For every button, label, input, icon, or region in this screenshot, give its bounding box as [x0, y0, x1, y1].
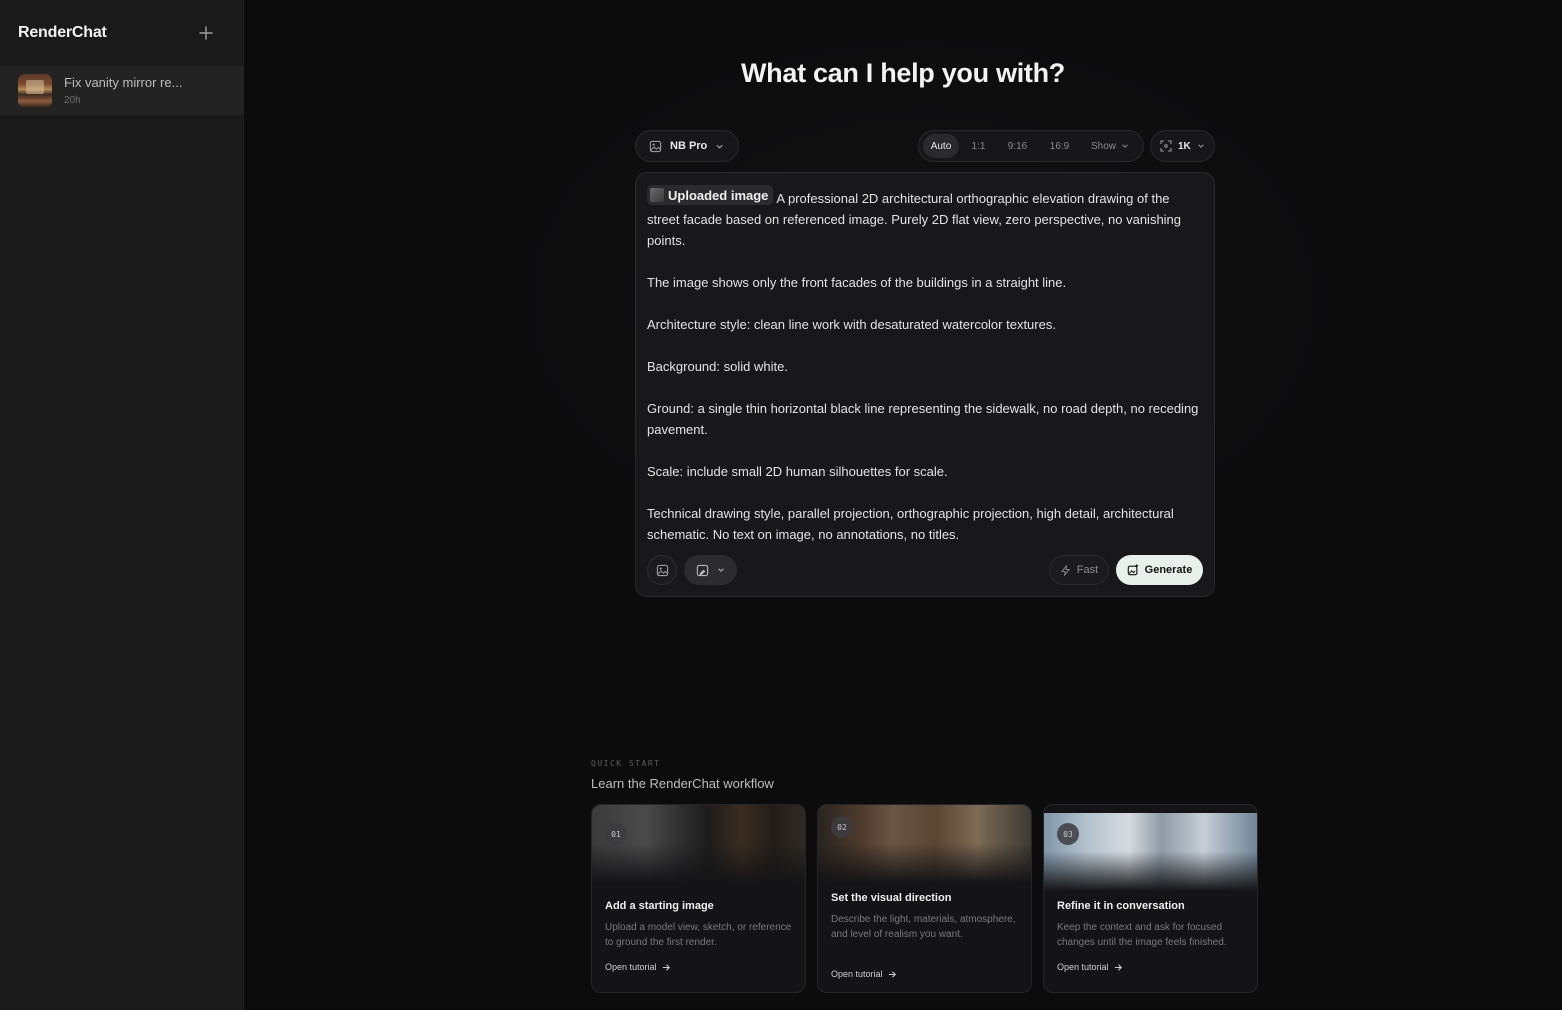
chip-label: Uploaded image	[668, 187, 769, 203]
page-title: What can I help you with?	[740, 58, 1065, 88]
expand-icon	[1160, 140, 1172, 152]
aspect-ratio-group: Auto 1:1 9:16 16:9 Show	[918, 130, 1144, 162]
sidebar-header: RenderChat	[0, 0, 243, 66]
card-title: Refine it in conversation	[1057, 900, 1185, 912]
tutorial-card-1[interactable]: 01 Add a starting image Upload a model v…	[591, 804, 806, 993]
prompt-box[interactable]: Uploaded image A professional 2D architec…	[635, 172, 1215, 597]
prompt-paragraph: Ground: a single thin horizontal black l…	[647, 401, 1199, 437]
open-tutorial-link[interactable]: Open tutorial	[831, 969, 897, 979]
ratio-option-9-16[interactable]: 9:16	[998, 134, 1037, 158]
chat-thumbnail	[18, 73, 52, 108]
step-badge: 01	[605, 823, 627, 845]
attach-image-button[interactable]	[647, 555, 677, 585]
generate-label: Generate	[1144, 564, 1193, 576]
chevron-down-icon	[1122, 144, 1128, 148]
resolution-selector[interactable]: 1K	[1150, 130, 1215, 162]
plus-icon	[199, 26, 213, 40]
fast-label: Fast	[1076, 564, 1099, 576]
quick-start-kicker: QUICK START	[591, 759, 661, 768]
chevron-down-icon	[715, 142, 724, 151]
lightning-icon	[1060, 564, 1070, 576]
step-badge: 02	[831, 816, 853, 838]
arrow-right-icon	[1114, 963, 1122, 971]
image-icon	[656, 564, 668, 576]
card-description: Upload a model view, sketch, or referenc…	[605, 922, 792, 948]
uploaded-image-thumbnail	[650, 188, 664, 202]
prompt-paragraph: The image shows only the front facades o…	[647, 275, 1067, 290]
card-description: Describe the light, materials, atmospher…	[831, 914, 1016, 940]
ratio-option-1-1[interactable]: 1:1	[959, 134, 998, 158]
card-body: Refine it in conversation Keep the conte…	[1057, 900, 1244, 950]
chat-timestamp: 20h	[64, 95, 81, 106]
uploaded-image-chip[interactable]: Uploaded image	[647, 185, 774, 205]
main-panel: What can I help you with? NB Pro Auto 1:…	[244, 0, 1562, 1010]
open-tutorial-link[interactable]: Open tutorial	[1057, 962, 1123, 972]
chevron-down-icon	[1197, 142, 1205, 150]
ratio-option-16-9[interactable]: 16:9	[1037, 134, 1082, 158]
arrow-right-icon	[888, 970, 896, 978]
arrow-right-icon	[662, 963, 670, 971]
app-root: RenderChat Fix vanity mirror re... 20h W…	[0, 0, 1562, 1010]
sidebar-chat-item[interactable]: Fix vanity mirror re... 20h	[0, 66, 243, 115]
prompt-paragraph: Scale: include small 2D human silhouette…	[647, 464, 948, 479]
tutorial-card-3[interactable]: 03 Refine it in conversation Keep the co…	[1043, 804, 1258, 993]
generate-button[interactable]: Generate	[1116, 555, 1203, 585]
prompt-paragraph: Uploaded image A professional 2D architec…	[647, 185, 1200, 251]
card-title: Set the visual direction	[831, 892, 952, 904]
card-body: Add a starting image Upload a model view…	[605, 900, 792, 950]
chat-meta: Fix vanity mirror re... 20h	[64, 75, 182, 106]
prompt-toolbar: Fast Generate	[647, 555, 1203, 585]
resolution-label: 1K	[1178, 140, 1191, 152]
open-tutorial-link[interactable]: Open tutorial	[605, 962, 671, 972]
prompt-paragraph: Background: solid white.	[647, 359, 788, 374]
card-image	[1044, 813, 1257, 891]
image-sparkle-icon	[1127, 564, 1138, 576]
card-description: Keep the context and ask for focused cha…	[1057, 922, 1227, 948]
sidebar: RenderChat Fix vanity mirror re... 20h	[0, 0, 244, 1010]
ratio-option-auto[interactable]: Auto	[923, 134, 959, 158]
generation-mode-dropdown[interactable]	[684, 555, 737, 585]
ratio-show-dropdown[interactable]: Show	[1082, 134, 1138, 158]
step-badge: 03	[1057, 823, 1079, 845]
link-label: Open tutorial	[1057, 962, 1109, 972]
card-title: Add a starting image	[605, 900, 714, 912]
model-label: NB Pro	[670, 140, 708, 152]
fast-mode-button[interactable]: Fast	[1049, 555, 1109, 585]
prompt-paragraph: Technical drawing style, parallel projec…	[647, 506, 1174, 542]
link-label: Open tutorial	[831, 969, 883, 979]
brand-logo: RenderChat	[18, 24, 107, 41]
card-image	[592, 805, 805, 883]
card-image	[818, 805, 1031, 883]
ratio-show-label: Show	[1090, 140, 1116, 152]
prompt-paragraph: Architecture style: clean line work with…	[647, 317, 1056, 332]
new-chat-button[interactable]	[195, 22, 217, 44]
chat-title: Fix vanity mirror re...	[64, 75, 183, 90]
card-body: Set the visual direction Describe the li…	[831, 892, 1018, 942]
chevron-down-icon	[718, 568, 724, 572]
link-label: Open tutorial	[605, 962, 657, 972]
tutorial-card-2[interactable]: 02 Set the visual direction Describe the…	[817, 804, 1032, 993]
model-selector[interactable]: NB Pro	[635, 130, 739, 162]
prompt-textarea[interactable]: Uploaded image A professional 2D architec…	[647, 185, 1200, 566]
image-edit-icon	[696, 564, 709, 576]
image-icon	[649, 140, 662, 153]
quick-start-title: Learn the RenderChat workflow	[591, 776, 774, 791]
